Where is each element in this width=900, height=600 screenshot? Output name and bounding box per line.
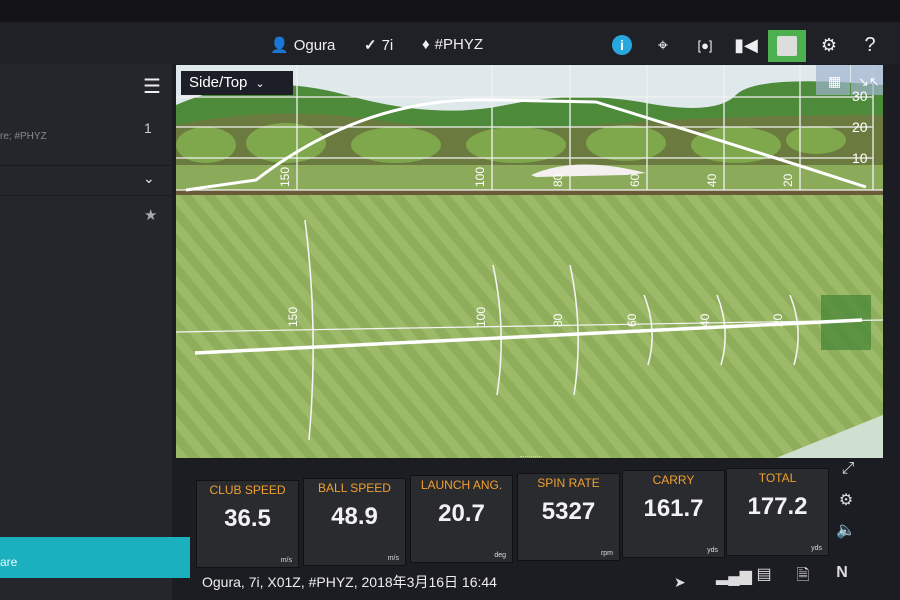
n-button[interactable]: N xyxy=(830,564,854,586)
monitor-bezel xyxy=(0,0,900,22)
tag-info[interactable]: ♦ #PHYZ xyxy=(422,36,483,53)
side-distance-label: 80 xyxy=(551,173,565,187)
side-distance-label: 100 xyxy=(473,167,487,187)
top-distance-label: 60 xyxy=(625,313,639,327)
metric-ball-speed: BALL SPEED 48.9 m/s xyxy=(303,477,406,566)
metric-unit: yds xyxy=(707,547,718,554)
help-icon[interactable]: ? xyxy=(858,33,882,57)
height-label: 10 xyxy=(852,150,868,166)
metric-value: 20.7 xyxy=(438,500,485,527)
club-info[interactable]: ✓ 7i xyxy=(364,36,394,55)
tag-name: #PHYZ xyxy=(434,36,484,53)
chart-icon[interactable]: ▂▄▆ xyxy=(716,566,752,588)
chevron-down-icon: ⌄ xyxy=(255,78,265,90)
gear-icon[interactable]: ⚙ xyxy=(834,490,858,512)
cursor-icon: ➤ xyxy=(674,574,686,590)
top-distance-label: 100 xyxy=(474,307,488,327)
expand-icon[interactable]: ⤢ xyxy=(836,460,860,482)
tag-icon: ♦ xyxy=(422,36,430,53)
metric-club-speed: CLUB SPEED 36.5 m/s xyxy=(196,480,299,568)
document-icon[interactable]: 🗎 xyxy=(791,564,815,586)
panel-toggle-button[interactable] xyxy=(768,30,806,62)
metric-spin-rate: SPIN RATE 5327 rpm xyxy=(517,472,620,561)
panel-icon xyxy=(777,36,797,56)
top-distance-label: 40 xyxy=(698,313,712,327)
info-icon[interactable]: i xyxy=(610,33,634,57)
metric-carry: CARRY 161.7 yds xyxy=(622,470,725,558)
metric-label: CARRY xyxy=(652,473,695,487)
metric-unit: rpm xyxy=(600,549,613,557)
side-distance-label: 150 xyxy=(278,167,292,187)
top-distance-label: 80 xyxy=(551,313,565,327)
collapse-icon: ↘↖ xyxy=(858,74,880,89)
list-item-text: re; #PHYZ xyxy=(0,131,47,142)
user-info[interactable]: 👤 Ogura xyxy=(270,36,336,55)
speaker-icon[interactable]: 🔈 xyxy=(834,520,858,542)
metric-label: CLUB SPEED xyxy=(209,483,286,497)
side-distance-label: 20 xyxy=(781,173,795,187)
target-icon[interactable]: ⌖ xyxy=(651,33,675,57)
user-icon: 👤 xyxy=(270,37,289,54)
menu-icon[interactable]: ☰ xyxy=(143,74,161,99)
metric-value: 48.9 xyxy=(331,502,378,530)
shot-view-graphic: ▦ ↘↖ 150 150 100 100 80 80 60 60 40 40 20 20 30 20 10 xyxy=(176,65,883,458)
star-icon[interactable]: ★ xyxy=(144,206,157,224)
metric-unit: m/s xyxy=(280,557,292,564)
user-name: Ogura xyxy=(293,36,336,54)
trees xyxy=(176,123,846,163)
top-distance-label: 20 xyxy=(771,313,785,327)
grid-icon: ▦ xyxy=(828,73,841,89)
metric-unit: m/s xyxy=(387,554,399,562)
list-group[interactable]: ⌄ xyxy=(0,166,172,196)
metric-value: 177.2 xyxy=(747,492,808,520)
metric-label: LAUNCH ANG. xyxy=(420,478,503,492)
video-camera-icon[interactable]: ▮◀ xyxy=(734,33,758,57)
metric-value: 36.5 xyxy=(224,505,271,532)
resize-handle[interactable] xyxy=(520,456,542,459)
comment-icon[interactable]: ▤ xyxy=(752,564,776,586)
view-mode-value: Side/Top xyxy=(189,74,248,91)
list-item-count: 1 xyxy=(144,120,152,136)
metric-value: 5327 xyxy=(541,497,596,525)
chevron-down-icon[interactable]: ⌄ xyxy=(143,170,155,187)
side-distance-label: 60 xyxy=(628,173,642,187)
metric-unit: yds xyxy=(811,544,822,552)
metric-value: 161.7 xyxy=(643,495,704,522)
view-mode-select[interactable]: Side/Top ⌄ xyxy=(181,71,293,95)
sidebar-item-label: are xyxy=(0,555,18,569)
club-icon: ✓ xyxy=(364,37,377,54)
height-label: 20 xyxy=(852,119,868,135)
club-name: 7i xyxy=(381,36,394,54)
side-distance-label: 40 xyxy=(705,173,719,187)
metric-label: BALL SPEED xyxy=(318,480,391,495)
sidebar-item-active[interactable]: are xyxy=(0,537,190,578)
metric-label: SPIN RATE xyxy=(537,475,600,490)
status-bar: Ogura, 7i, X01Z, #PHYZ, 2018年3月16日 16:44 xyxy=(196,568,886,600)
camera-frame-icon[interactable]: [●] xyxy=(693,33,717,57)
shot-view[interactable]: ▦ ↘↖ 150 150 100 100 80 80 60 60 40 40 20 20 30 20 10… xyxy=(176,65,883,458)
metric-label: TOTAL xyxy=(758,470,797,485)
metric-total: TOTAL 177.2 yds xyxy=(726,467,829,556)
height-label: 30 xyxy=(852,88,868,104)
metric-unit: deg xyxy=(494,552,506,559)
shot-summary: Ogura, 7i, X01Z, #PHYZ, 2018年3月16日 16:44 xyxy=(202,574,497,590)
gear-icon[interactable]: ⚙ xyxy=(817,33,841,57)
list-item[interactable]: re; #PHYZ 1 xyxy=(0,100,172,166)
metric-launch-ang: LAUNCH ANG. 20.7 deg xyxy=(410,475,513,563)
top-distance-label: 150 xyxy=(286,307,300,327)
